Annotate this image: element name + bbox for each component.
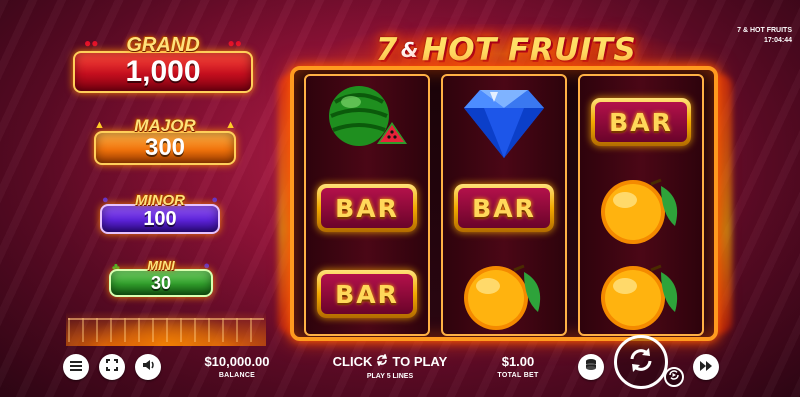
reel-1: BAR BAR [304, 74, 430, 336]
jackpot-major-value: 300 [94, 131, 236, 165]
fast-forward-icon [700, 358, 712, 376]
bar-label: BAR [595, 102, 687, 142]
click-to-play[interactable]: CLICK TO PLAY PLAY 5 LINES [320, 353, 460, 380]
bar-symbol: BAR [585, 82, 697, 162]
menu-button[interactable] [63, 354, 89, 380]
jackpot-grand-value: 1,000 [73, 51, 253, 93]
total-bet-display: $1.00 TOTAL BET [482, 354, 554, 379]
autoplay-button[interactable] [664, 367, 684, 387]
logo-ampersand: & [400, 38, 419, 62]
cherry-icon: ●● [84, 36, 99, 50]
to-play-text: TO PLAY [392, 354, 448, 369]
bar-label: BAR [458, 188, 550, 228]
balance-value: $10,000.00 [204, 354, 270, 369]
cherry-icon: ●● [227, 36, 243, 50]
jackpot-major-label: MAJOR [134, 116, 196, 135]
speaker-icon [142, 358, 155, 376]
coin-stack-icon [584, 358, 598, 376]
bar-symbol: BAR [448, 168, 560, 248]
turbo-button[interactable] [693, 354, 719, 380]
game-name-label: 7 & HOT FRUITS [737, 27, 792, 34]
orange-symbol [448, 254, 560, 334]
grill-decoration [68, 318, 264, 342]
balance-display: $10,000.00 BALANCE [195, 354, 279, 379]
diamond-symbol [448, 82, 560, 162]
jackpot-mini-label: MINI [147, 258, 175, 273]
jackpot-grand: ●● ●● GRAND 1,000 [70, 34, 256, 93]
autoplay-icon [668, 368, 680, 386]
bar-symbol: BAR [311, 168, 423, 248]
clock-label: 17:04:44 [763, 37, 792, 44]
logo-seven: 7 [375, 32, 398, 68]
orange-symbol [585, 168, 697, 248]
reel-3: BAR [578, 74, 704, 336]
bell-icon: ▲ [225, 119, 236, 131]
bet-label: TOTAL BET [497, 372, 539, 379]
bar-symbol: BAR [311, 254, 423, 334]
jackpot-mini: ♣ ● MINI 30 [108, 258, 214, 297]
spin-button[interactable] [614, 335, 668, 389]
menu-icon [70, 358, 82, 376]
bar-label: BAR [321, 274, 413, 314]
click-text: CLICK [332, 354, 373, 369]
logo-title: HOT FRUITS [421, 32, 637, 68]
lines-label: PLAY 5 LINES [366, 373, 414, 380]
balance-label: BALANCE [218, 372, 256, 379]
jackpot-major: ▲ ▲ MAJOR 300 [92, 116, 238, 165]
fullscreen-icon [106, 358, 118, 376]
sound-button[interactable] [135, 354, 161, 380]
bet-value: $1.00 [501, 354, 535, 369]
bell-icon: ▲ [94, 119, 105, 131]
corner-info: 7 & HOT FRUITS 17:04:44 [737, 26, 792, 46]
refresh-icon [376, 353, 388, 369]
watermelon-symbol [311, 82, 423, 162]
spin-arrows-icon [626, 345, 656, 380]
bet-settings-button[interactable] [578, 354, 604, 380]
jackpot-minor-label: MINOR [135, 192, 185, 209]
fullscreen-button[interactable] [99, 354, 125, 380]
bar-label: BAR [321, 188, 413, 228]
jackpot-mini-value: 30 [109, 269, 213, 297]
reel-2: BAR [441, 74, 567, 336]
jackpot-grand-label: GRAND [126, 34, 200, 56]
jackpot-minor: ● ● MINOR 100 [98, 192, 222, 234]
orange-symbol [585, 254, 697, 334]
